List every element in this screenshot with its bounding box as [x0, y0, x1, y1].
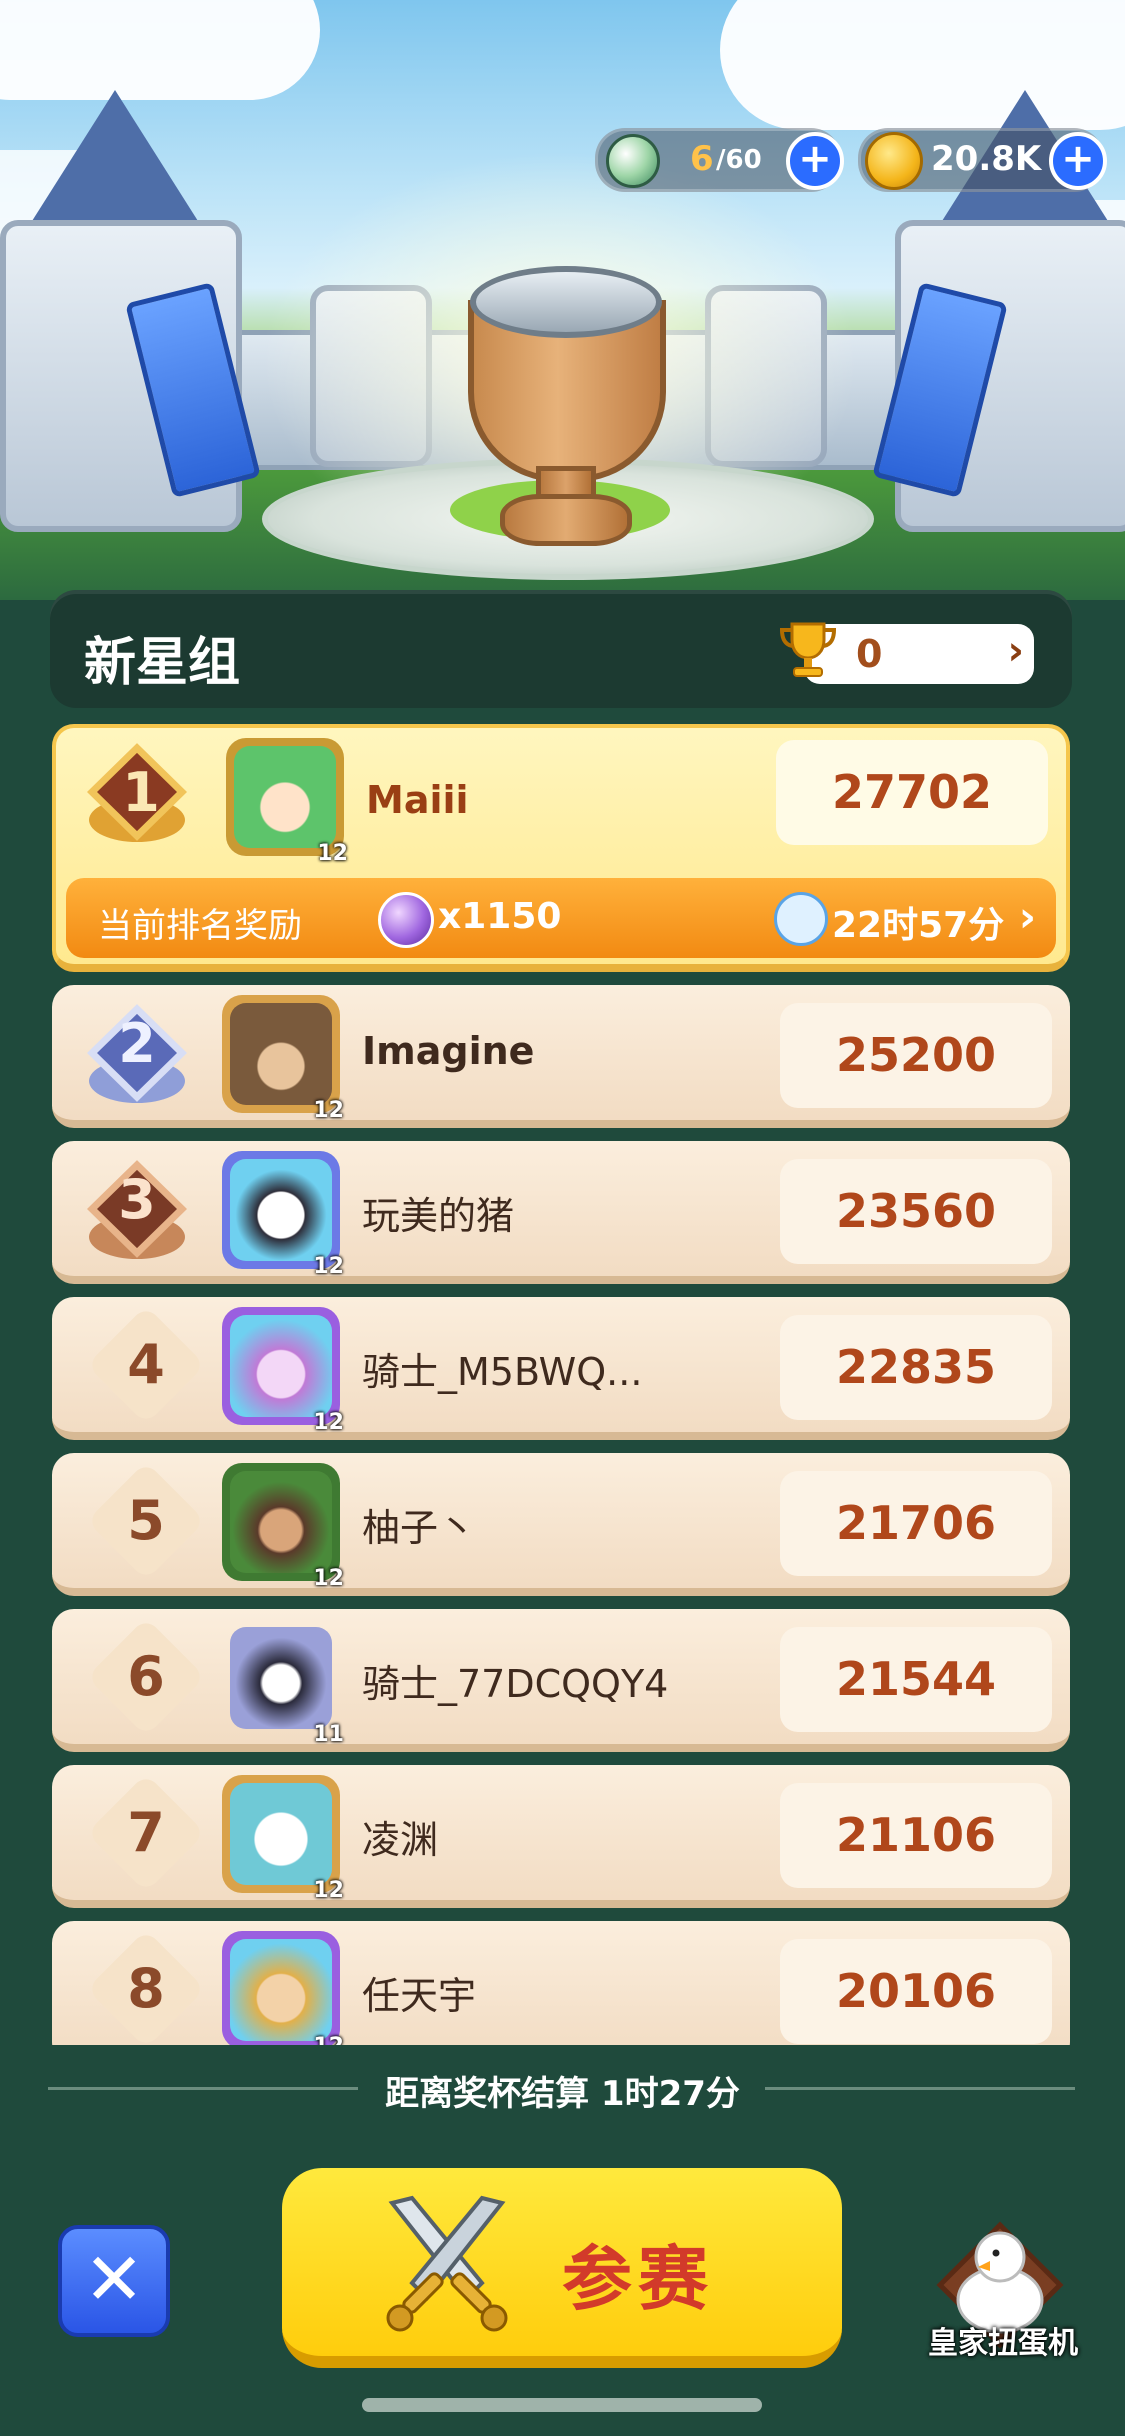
rank-number: 6 [127, 1645, 165, 1708]
close-button[interactable]: ✕ [58, 2225, 170, 2337]
reward-amount: x1150 [438, 896, 562, 937]
leaderboard-row-3[interactable]: 3 12 玩美的猪 23560 [52, 1141, 1070, 1284]
avatar[interactable]: 12 [222, 995, 344, 1123]
player-score: 27702 [776, 740, 1048, 845]
leaderboard-list[interactable]: 1 12 Maiii 27702 当前排名奖励 x1150 22时57分 › 2… [0, 0, 1125, 2045]
player-score: 21544 [780, 1627, 1052, 1732]
reward-label: 当前排名奖励 [98, 906, 302, 946]
player-name: 凌渊 [362, 1818, 439, 1862]
player-name: 任天宇 [362, 1974, 477, 2018]
avatar[interactable]: 12 [222, 1931, 344, 2045]
leaderboard-row-2[interactable]: 2 12 Imagine 25200 [52, 985, 1070, 1128]
level-badge: 11 [313, 1722, 344, 1747]
avatar-image [230, 1471, 332, 1573]
avatar[interactable]: 12 [222, 1307, 344, 1435]
avatar-image [230, 1783, 332, 1885]
current-rank-reward-bar[interactable]: 当前排名奖励 x1150 22时57分 › [66, 878, 1056, 958]
avatar-image [230, 1627, 332, 1729]
rank-number: 1 [122, 761, 160, 824]
avatar[interactable]: 12 [222, 1463, 344, 1591]
avatar[interactable]: 12 [222, 1775, 344, 1903]
clock-icon [774, 892, 828, 946]
player-name: 骑士_77DCQQY4 [362, 1662, 669, 1706]
level-badge: 12 [313, 1878, 344, 1903]
player-name: Imagine [362, 1029, 535, 1073]
avatar[interactable]: 11 [222, 1619, 344, 1747]
leaderboard-row-4[interactable]: 4 12 骑士_M5BWQ... 22835 [52, 1297, 1070, 1440]
avatar[interactable]: 12 [226, 738, 348, 866]
player-score: 21706 [780, 1471, 1052, 1576]
settlement-countdown: 距离奖杯结算 1时27分 [385, 2074, 740, 2114]
join-button[interactable]: 参赛 [282, 2168, 842, 2368]
avatar-image [230, 1159, 332, 1261]
crossed-swords-icon [386, 2195, 508, 2332]
player-score: 21106 [780, 1783, 1052, 1888]
leaderboard-row-5[interactable]: 5 12 柚子丶 21706 [52, 1453, 1070, 1596]
avatar-image [234, 746, 336, 848]
level-badge: 12 [313, 2034, 344, 2045]
player-score: 20106 [780, 1939, 1052, 2044]
leaderboard-row-8[interactable]: 8 12 任天宇 20106 [52, 1921, 1070, 2045]
rank-number: 8 [127, 1957, 165, 2020]
player-score: 25200 [780, 1003, 1052, 1108]
level-badge: 12 [317, 841, 348, 866]
player-name: Maiii [366, 778, 469, 822]
rank-number: 2 [118, 1012, 156, 1075]
player-name: 玩美的猪 [362, 1194, 515, 1238]
leaderboard-row-1[interactable]: 1 12 Maiii 27702 当前排名奖励 x1150 22时57分 › [52, 724, 1070, 972]
level-badge: 12 [313, 1410, 344, 1435]
player-name: 柚子丶 [362, 1506, 477, 1550]
level-badge: 12 [313, 1254, 344, 1279]
home-indicator[interactable] [362, 2398, 762, 2412]
rank-number: 5 [127, 1489, 165, 1552]
rank-number: 3 [118, 1168, 156, 1231]
rank-number: 7 [127, 1801, 165, 1864]
reward-timer: 22时57分 [832, 905, 1005, 946]
purple-gem-icon [378, 892, 434, 948]
player-score: 23560 [780, 1159, 1052, 1264]
rank-number: 4 [127, 1333, 165, 1396]
chevron-right-icon: › [1018, 892, 1036, 941]
level-badge: 12 [313, 1566, 344, 1591]
level-badge: 12 [313, 1098, 344, 1123]
leaderboard-row-7[interactable]: 7 12 凌渊 21106 [52, 1765, 1070, 1908]
leaderboard-row-6[interactable]: 6 11 骑士_77DCQQY4 21544 [52, 1609, 1070, 1752]
avatar-image [230, 1003, 332, 1105]
player-name: 骑士_M5BWQ... [362, 1350, 643, 1394]
join-button-label: 参赛 [562, 2238, 714, 2320]
avatar-image [230, 1315, 332, 1417]
avatar-image [230, 1939, 332, 2041]
player-score: 22835 [780, 1315, 1052, 1420]
gacha-label: 皇家扭蛋机 [928, 2326, 1078, 2361]
avatar[interactable]: 12 [222, 1151, 344, 1279]
